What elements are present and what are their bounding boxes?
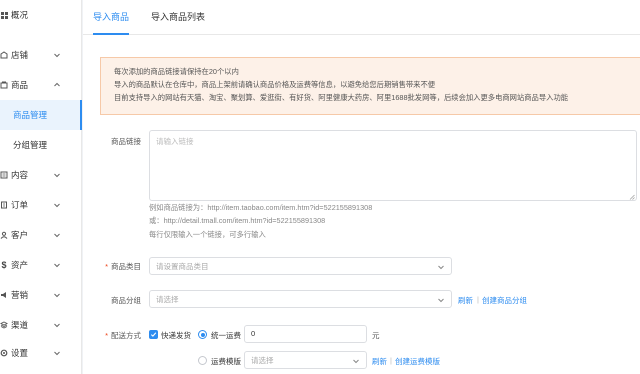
template-label: 运费模版 <box>211 357 241 366</box>
category-label: * 商品类目 <box>105 262 141 271</box>
chevron-down-icon <box>437 296 445 304</box>
category-select[interactable]: 请设置商品类目 <box>149 257 452 275</box>
chevron-down-icon <box>352 357 360 365</box>
sidebar-item-label: 营销 <box>11 290 29 300</box>
sidebar-subitem-goods-manage[interactable]: 商品管理 <box>0 100 82 130</box>
currency-unit: 元 <box>372 331 380 340</box>
required-mark: * <box>105 331 108 340</box>
sidebar-item-order[interactable]: 订单 <box>0 190 82 220</box>
group-placeholder: 请选择 <box>156 295 179 304</box>
group-select[interactable]: 请选择 <box>149 290 452 308</box>
separator: | <box>477 295 479 304</box>
uniform-fee-input[interactable]: 0 <box>244 325 367 343</box>
sidebar-item-settings[interactable]: 设置 <box>0 338 82 368</box>
gear-icon <box>0 349 8 357</box>
sidebar-subitem-label: 商品管理 <box>13 110 48 120</box>
chevron-down-icon <box>53 201 61 209</box>
marketing-icon <box>0 291 8 299</box>
sidebar-item-label: 设置 <box>11 348 29 358</box>
link-hint: 每行仅限输入一个链接，可多行输入 <box>149 230 266 239</box>
sidebar-item-label: 概况 <box>11 10 29 20</box>
tab-bar: 导入商品 导入商品列表 <box>83 0 640 35</box>
resize-handle-icon[interactable] <box>629 193 635 200</box>
sidebar-item-channel[interactable]: 渠道 <box>0 310 82 340</box>
sidebar-item-label: 店铺 <box>11 50 29 60</box>
create-group-link[interactable]: 创建商品分组 <box>482 295 527 306</box>
tab-import-goods-list[interactable]: 导入商品列表 <box>151 0 205 35</box>
sidebar-item-marketing[interactable]: 营销 <box>0 280 82 310</box>
group-refresh-link[interactable]: 刷新 <box>458 295 473 306</box>
channel-icon <box>0 321 8 329</box>
sidebar-item-label: 资产 <box>11 260 29 270</box>
link-hint: 例如商品链接为：http://item.taobao.com/item.htm?… <box>149 203 373 212</box>
category-placeholder: 请设置商品类目 <box>156 262 209 271</box>
sidebar-item-goods[interactable]: 商品 <box>0 70 82 100</box>
link-hint: 或：http://detail.tmall.com/item.htm?id=52… <box>149 216 326 225</box>
sidebar-item-store[interactable]: 店铺 <box>0 40 82 70</box>
dollar-icon: $ <box>1 260 7 270</box>
sidebar: 概况 店铺 商品 商品管理 分组管理 内容 订单 客户 $ 资产 营销 渠道 设… <box>0 0 82 374</box>
separator: | <box>390 356 392 365</box>
template-refresh-link[interactable]: 刷新 <box>372 356 387 367</box>
chevron-down-icon <box>53 231 61 239</box>
notice-line: 导入的商品默认在仓库中，商品上架前请确认商品价格及运费等信息，以避免给您后期销售… <box>114 80 436 89</box>
sidebar-subitem-group-manage[interactable]: 分组管理 <box>0 130 82 160</box>
notice-line: 每次添加的商品链接请保持在20个以内 <box>114 67 239 76</box>
store-icon <box>0 51 8 59</box>
express-checkbox[interactable] <box>149 330 158 339</box>
main-content: 导入商品 导入商品列表 每次添加的商品链接请保持在20个以内 导入的商品默认在仓… <box>83 0 640 374</box>
chevron-down-icon <box>53 261 61 269</box>
template-placeholder: 请选择 <box>251 356 274 365</box>
template-radio[interactable] <box>198 356 207 365</box>
sidebar-item-overview[interactable]: 概况 <box>0 0 82 30</box>
express-label: 快递发货 <box>161 331 191 340</box>
sidebar-item-content[interactable]: 内容 <box>0 160 82 190</box>
chevron-down-icon <box>53 291 61 299</box>
notice-line: 目前支持导入的网站有天猫、淘宝、聚划算、爱逛街、有好货、阿里健康大药房、阿里16… <box>114 93 569 102</box>
order-icon <box>0 201 8 209</box>
sidebar-item-label: 渠道 <box>11 320 29 330</box>
create-template-link[interactable]: 创建运费模版 <box>395 356 440 367</box>
sidebar-item-label: 商品 <box>11 80 29 90</box>
chevron-down-icon <box>437 263 445 271</box>
group-label: 商品分组 <box>111 296 141 305</box>
customer-icon <box>0 231 8 239</box>
notice-box: 每次添加的商品链接请保持在20个以内 导入的商品默认在仓库中，商品上架前请确认商… <box>100 57 640 115</box>
tab-import-goods[interactable]: 导入商品 <box>93 0 130 35</box>
sidebar-item-customer[interactable]: 客户 <box>0 220 82 250</box>
goods-icon <box>0 81 8 89</box>
grid-icon <box>0 11 8 19</box>
sidebar-item-label: 内容 <box>11 170 29 180</box>
chevron-down-icon <box>53 51 61 59</box>
sidebar-item-label: 客户 <box>11 230 29 240</box>
sidebar-subitem-label: 分组管理 <box>13 140 48 150</box>
link-label: 商品链接 <box>111 137 141 146</box>
sidebar-item-assets[interactable]: $ 资产 <box>0 250 82 280</box>
chevron-down-icon <box>53 349 61 357</box>
content-icon <box>0 171 8 179</box>
chevron-down-icon <box>53 321 61 329</box>
required-mark: * <box>105 262 108 271</box>
template-select[interactable]: 请选择 <box>244 351 367 369</box>
uniform-fee-radio[interactable] <box>198 330 207 339</box>
link-textarea[interactable]: 请输入链接 <box>149 130 637 201</box>
chevron-down-icon <box>53 171 61 179</box>
sidebar-item-label: 订单 <box>11 200 29 210</box>
chevron-up-icon <box>53 81 61 89</box>
uniform-fee-label: 统一运费 <box>211 331 241 340</box>
shipping-label: * 配送方式 <box>105 331 141 340</box>
link-placeholder: 请输入链接 <box>156 137 194 146</box>
